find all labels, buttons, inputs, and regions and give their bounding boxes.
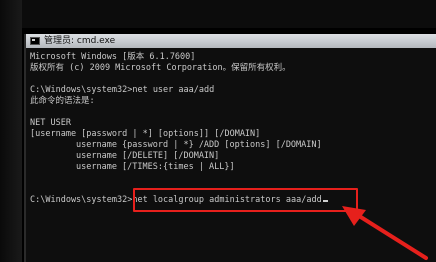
console-icon xyxy=(30,37,40,45)
console-line: 版权所有 (c) 2009 Microsoft Corporation。保留所有… xyxy=(30,63,291,73)
console-line: username [/DELETE] [/DOMAIN] xyxy=(76,151,220,161)
red-highlight-box xyxy=(133,188,358,212)
screenshot: 管理员: cmd.exe Microsoft Windows [版本 6.1.7… xyxy=(0,0,436,262)
console-line: NET USER xyxy=(30,118,71,128)
console-line: 此命令的语法是: xyxy=(30,96,95,106)
console-line: username [/TIMES:{times | ALL}] xyxy=(76,162,235,172)
console-line: [username [password | *] [options]] [/DO… xyxy=(30,129,261,139)
window-titlebar[interactable]: 管理员: cmd.exe xyxy=(26,34,436,48)
console-line: Microsoft Windows [版本 6.1.7600] xyxy=(30,52,196,62)
background-left xyxy=(0,0,22,262)
background-top xyxy=(0,0,436,28)
console-line: username {password | *} /ADD [options] [… xyxy=(76,140,322,150)
console-line: C:\Windows\system32>net user aaa/add xyxy=(30,85,215,95)
red-arrow-icon xyxy=(342,206,428,260)
window-title: 管理员: cmd.exe xyxy=(44,36,116,46)
